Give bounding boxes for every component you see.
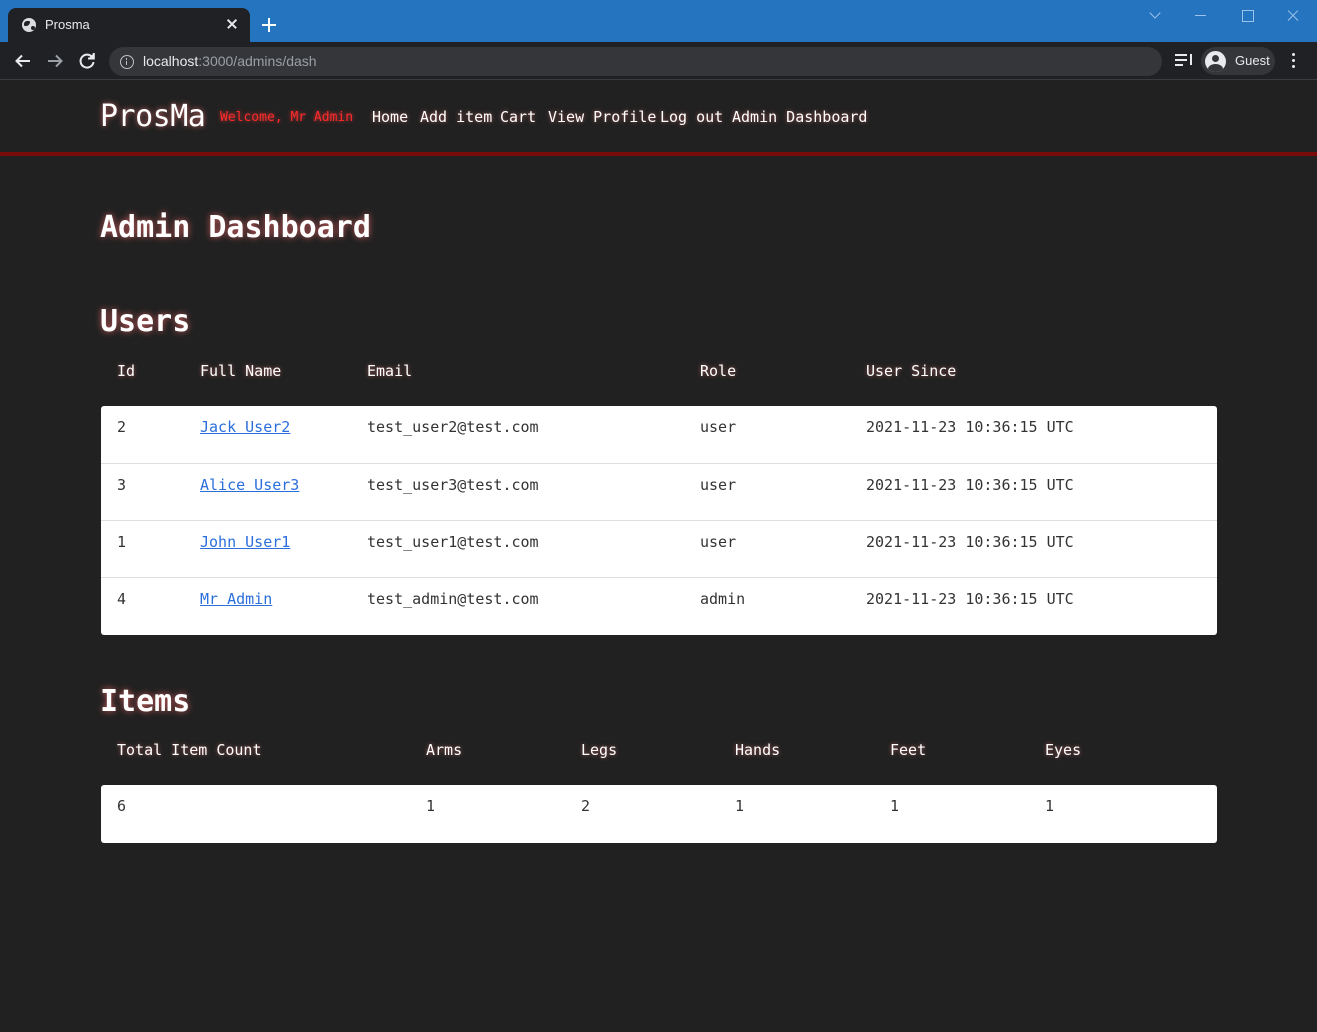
browser-tab[interactable]: Prosma <box>8 8 250 42</box>
site-header: ProsMa Welcome, Mr Admin Home Add item C… <box>0 81 1317 156</box>
close-window-icon[interactable] <box>1284 6 1304 26</box>
user-name: Mr Admin <box>200 590 272 608</box>
nav-view-profile[interactable]: View Profile <box>548 108 656 126</box>
browser-toolbar: localhost:3000/admins/dash Guest <box>0 42 1317 80</box>
table-row: 3 Alice User3 test_user3@test.com user 2… <box>101 463 1217 520</box>
items-col-arms: Arms <box>426 741 463 759</box>
items-legs-value: 2 <box>581 797 591 815</box>
tab-search-icon[interactable] <box>1146 6 1166 26</box>
nav-add-item[interactable]: Add item <box>420 108 492 126</box>
nav-log-out[interactable]: Log out <box>660 108 723 126</box>
user-id: 2 <box>117 418 127 436</box>
user-name: Jack User2 <box>200 418 290 436</box>
nav-home[interactable]: Home <box>372 108 408 126</box>
user-role: admin <box>700 590 746 608</box>
url-text: localhost:3000/admins/dash <box>143 53 317 69</box>
users-col-email: Email <box>367 362 413 380</box>
user-id: 4 <box>117 590 127 608</box>
user-name: John User1 <box>200 533 290 551</box>
close-tab-icon[interactable] <box>224 16 240 32</box>
user-email: test_admin@test.com <box>367 590 539 608</box>
users-col-role: Role <box>700 362 737 380</box>
back-arrow-icon[interactable] <box>13 51 33 71</box>
users-col-id: Id <box>117 362 136 380</box>
users-heading: Users <box>100 304 191 339</box>
items-col-eyes: Eyes <box>1045 741 1082 759</box>
items-col-hands: Hands <box>735 741 781 759</box>
users-col-user-since: User Since <box>866 362 957 380</box>
user-id: 1 <box>117 533 127 551</box>
nav-admin-dashboard[interactable]: Admin Dashboard <box>732 108 867 126</box>
table-row: 1 John User1 test_user1@test.com user 20… <box>101 520 1217 577</box>
items-col-total: Total Item Count <box>117 741 262 759</box>
globe-icon <box>22 18 36 32</box>
users-col-full-name: Full Name <box>200 362 282 380</box>
user-name: Alice User3 <box>200 476 299 494</box>
user-since: 2021-11-23 10:36:15 UTC <box>866 476 1074 494</box>
maximize-icon[interactable] <box>1238 6 1258 26</box>
table-row: 4 Mr Admin test_admin@test.com admin 202… <box>101 577 1217 634</box>
items-total-value: 6 <box>117 797 127 815</box>
items-col-feet: Feet <box>890 741 927 759</box>
user-name-link[interactable]: John User1 <box>200 533 290 551</box>
avatar-icon <box>1205 51 1226 72</box>
forward-arrow-icon[interactable] <box>45 51 65 71</box>
items-col-legs: Legs <box>581 741 618 759</box>
user-email: test_user1@test.com <box>367 533 539 551</box>
welcome-message: Welcome, Mr Admin <box>220 110 354 125</box>
user-name-link[interactable]: Jack User2 <box>200 418 290 436</box>
user-since: 2021-11-23 10:36:15 UTC <box>866 418 1074 436</box>
items-table: 6 1 2 1 1 1 <box>101 785 1217 843</box>
profile-label: Guest <box>1235 53 1270 68</box>
user-name-link[interactable]: Alice User3 <box>200 476 299 494</box>
browser-titlebar: Prosma <box>0 0 1317 42</box>
profile-button[interactable]: Guest <box>1201 47 1275 75</box>
items-heading: Items <box>100 684 191 719</box>
user-since: 2021-11-23 10:36:15 UTC <box>866 590 1074 608</box>
user-email: test_user2@test.com <box>367 418 539 436</box>
user-since: 2021-11-23 10:36:15 UTC <box>866 533 1074 551</box>
user-role: user <box>700 418 737 436</box>
tab-title: Prosma <box>45 17 90 32</box>
minimize-icon[interactable] <box>1192 6 1212 26</box>
brand-logo[interactable]: ProsMa <box>100 99 206 134</box>
items-feet-value: 1 <box>890 797 900 815</box>
items-hands-value: 1 <box>735 797 745 815</box>
user-email: test_user3@test.com <box>367 476 539 494</box>
user-role: user <box>700 476 737 494</box>
reading-list-icon[interactable] <box>1175 54 1193 68</box>
items-arms-value: 1 <box>426 797 436 815</box>
info-icon[interactable] <box>120 55 134 69</box>
nav-cart[interactable]: Cart <box>500 108 536 126</box>
user-name-link[interactable]: Mr Admin <box>200 590 272 608</box>
items-eyes-value: 1 <box>1045 797 1055 815</box>
reload-icon[interactable] <box>77 51 97 71</box>
user-role: user <box>700 533 737 551</box>
users-table: 2 Jack User2 test_user2@test.com user 20… <box>101 406 1217 635</box>
address-bar[interactable]: localhost:3000/admins/dash <box>109 47 1162 76</box>
user-id: 3 <box>117 476 127 494</box>
page-title: Admin Dashboard <box>100 210 371 245</box>
new-tab-icon[interactable] <box>262 17 278 33</box>
table-row: 2 Jack User2 test_user2@test.com user 20… <box>101 406 1217 463</box>
more-menu-icon[interactable] <box>1291 53 1297 69</box>
table-row: 6 1 2 1 1 1 <box>101 785 1217 842</box>
